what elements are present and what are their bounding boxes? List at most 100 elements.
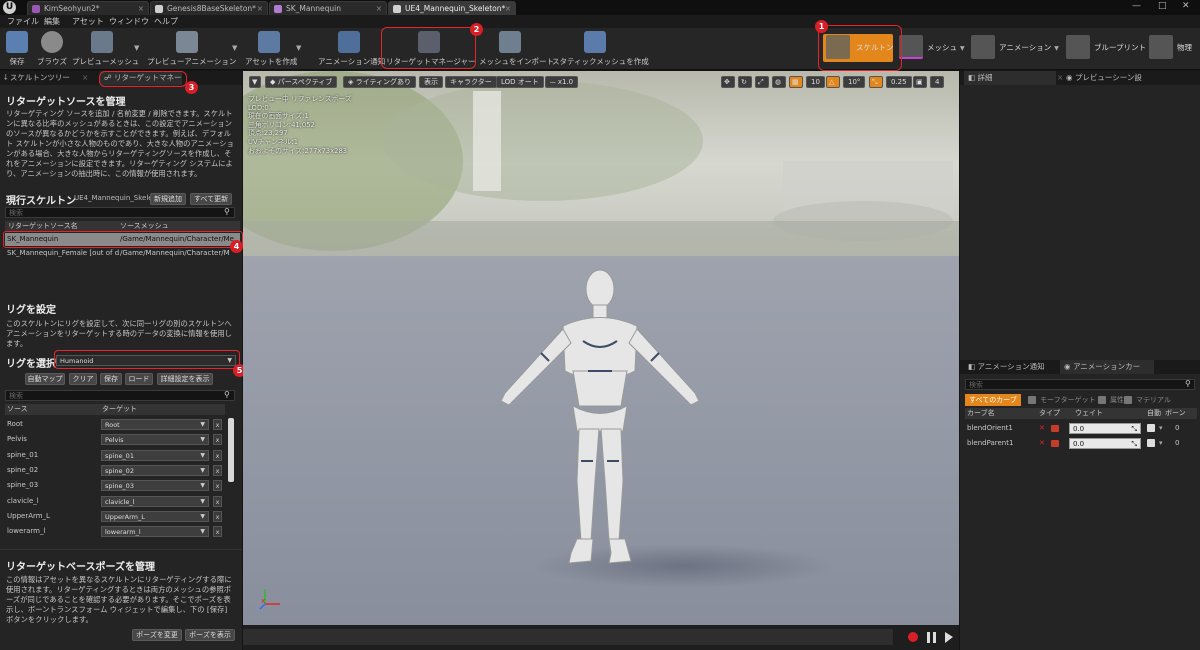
clear-mapping-button[interactable]: x: [213, 510, 222, 522]
save-rig-button[interactable]: 保存: [100, 373, 122, 385]
close-tab-icon[interactable]: ×: [505, 2, 511, 15]
doc-tab-genesis8[interactable]: Genesis8BaseSkeleton* ×: [150, 1, 268, 15]
mode-mesh-button[interactable]: メッシュ ▼: [899, 34, 967, 62]
camera-speed-icon[interactable]: ▣: [913, 76, 927, 88]
morph-type-icon[interactable]: ✕: [1039, 422, 1045, 435]
mapping-scrollbar[interactable]: [228, 418, 234, 482]
rotate-icon[interactable]: ↻: [738, 76, 752, 88]
scale-snap-icon[interactable]: ⤡: [869, 76, 883, 88]
show-advanced-button[interactable]: 詳細設定を表示: [157, 373, 213, 385]
doc-tab-sk-mannequin[interactable]: SK_Mannequin ×: [269, 1, 387, 15]
create-asset-button[interactable]: アセットを作成: [245, 31, 297, 69]
mode-physics-button[interactable]: 物理: [1149, 34, 1199, 62]
mapping-target-dropdown[interactable]: lowerarm_l ▼: [101, 526, 209, 538]
clear-mapping-button[interactable]: x: [213, 464, 222, 476]
mapping-target-dropdown[interactable]: Pelvis ▼: [101, 434, 209, 446]
auto-map-button[interactable]: 自動マップ: [25, 373, 65, 385]
mapping-target-dropdown[interactable]: spine_03 ▼: [101, 480, 209, 492]
curve-weight-input[interactable]: 0.0 ⤡: [1069, 423, 1141, 434]
attribute-checkbox[interactable]: [1098, 396, 1106, 404]
tab-skeleton-tree[interactable]: ⸸ スケルトンツリー: [4, 71, 70, 85]
clear-mapping-button[interactable]: x: [213, 480, 222, 492]
clear-mapping-button[interactable]: x: [213, 434, 222, 446]
mapping-target-dropdown[interactable]: UpperArm_L ▼: [101, 510, 209, 522]
auto-checkbox[interactable]: [1147, 424, 1155, 432]
chevron-down-icon[interactable]: ▼: [134, 44, 139, 52]
rotation-snap-value[interactable]: 10°: [843, 76, 866, 88]
menu-window[interactable]: ウィンドウ: [109, 15, 149, 28]
rotation-snap-icon[interactable]: △: [826, 76, 840, 88]
menu-help[interactable]: ヘルプ: [154, 15, 178, 28]
close-icon[interactable]: ✕: [1182, 1, 1190, 11]
playback-speed-button[interactable]: ⏤ x1.0: [545, 76, 579, 88]
filter-all-curves[interactable]: すべてのカーブ: [965, 394, 1021, 406]
tab-anim-curves[interactable]: ◉ アニメーションカー: [1060, 360, 1154, 374]
world-icon[interactable]: ◍: [772, 76, 786, 88]
scale-icon[interactable]: ⤢: [755, 76, 769, 88]
create-static-mesh-button[interactable]: スタティックメッシュを作成: [552, 31, 649, 69]
chevron-down-icon[interactable]: ▼: [296, 44, 301, 52]
grid-snap-value[interactable]: 10: [806, 76, 825, 88]
clear-mapping-button[interactable]: x: [213, 449, 222, 461]
save-button[interactable]: 保存: [5, 31, 29, 69]
tab-details[interactable]: ◧ 詳細: [964, 71, 1056, 85]
clear-mapping-button[interactable]: x: [213, 419, 222, 430]
tab-anim-notifies[interactable]: ◧ アニメーション通知: [964, 360, 1060, 374]
tab-close-icon[interactable]: ×: [82, 71, 88, 85]
grid-snap-icon[interactable]: ▦: [789, 76, 803, 88]
mode-animation-button[interactable]: アニメーション ▼: [971, 34, 1059, 62]
lod-auto-button[interactable]: LOD オート: [496, 76, 544, 88]
maximize-icon[interactable]: □: [1158, 1, 1167, 11]
minimize-icon[interactable]: —: [1132, 1, 1141, 11]
close-tab-icon[interactable]: ×: [138, 2, 144, 15]
mapping-target-dropdown[interactable]: Root ▼: [101, 419, 209, 430]
mapping-search-input[interactable]: 検索: [5, 390, 235, 401]
add-new-button[interactable]: 新規追加: [150, 193, 186, 205]
material-type-icon[interactable]: [1051, 425, 1059, 432]
load-rig-button[interactable]: ロード: [125, 373, 153, 385]
lighting-button[interactable]: ◈ ライティングあり: [343, 76, 417, 88]
move-icon[interactable]: ✥: [721, 76, 735, 88]
material-checkbox[interactable]: [1124, 396, 1132, 404]
update-all-button[interactable]: すべて更新: [190, 193, 232, 205]
curve-search-input[interactable]: 検索: [965, 379, 1195, 390]
curve-row[interactable]: blendParent1 ✕ 0.0 ⤡ ▾ 0: [965, 437, 1197, 450]
view-pose-button[interactable]: ポーズを表示: [185, 629, 235, 641]
morph-type-icon[interactable]: ✕: [1039, 437, 1045, 450]
close-tab-icon[interactable]: ×: [376, 2, 382, 15]
menu-asset[interactable]: アセット: [72, 15, 104, 28]
dropdown-icon[interactable]: ▾: [1159, 437, 1163, 450]
menu-file[interactable]: ファイル: [7, 15, 39, 28]
material-type-icon[interactable]: [1051, 440, 1059, 447]
mapping-target-dropdown[interactable]: spine_01 ▼: [101, 449, 209, 461]
camera-speed-value[interactable]: 4: [930, 76, 945, 88]
preview-mesh-button[interactable]: プレビューメッシュ: [72, 31, 139, 69]
show-button[interactable]: 表示: [419, 76, 443, 88]
close-tab-icon[interactable]: ×: [257, 2, 263, 15]
tab-preview-scene[interactable]: ◉ プレビューシーン設: [1062, 71, 1162, 85]
mapping-target-dropdown[interactable]: spine_02 ▼: [101, 464, 209, 476]
import-mesh-button[interactable]: メッシュをインポート: [479, 31, 554, 69]
morph-target-checkbox[interactable]: [1028, 396, 1036, 404]
curve-weight-input[interactable]: 0.0 ⤡: [1069, 438, 1141, 449]
mode-blueprint-button[interactable]: ブループリント: [1066, 34, 1146, 62]
viewport-options-dropdown[interactable]: ▼: [249, 76, 261, 88]
dropdown-icon[interactable]: ▾: [1159, 422, 1163, 435]
auto-checkbox[interactable]: [1147, 439, 1155, 447]
source-search-input[interactable]: 検索: [5, 207, 235, 218]
mapping-target-dropdown[interactable]: clavicle_l ▼: [101, 495, 209, 507]
browse-button[interactable]: ブラウズ: [36, 31, 68, 69]
table-row[interactable]: SK_Mannequin_Female [out of dat /Game/Ma…: [5, 247, 240, 260]
doc-tab-kimseohyun[interactable]: KimSeohyun2* ×: [27, 1, 149, 15]
anim-notify-button[interactable]: アニメーション通知: [318, 31, 385, 69]
perspective-button[interactable]: ◆ パースペクティブ: [265, 76, 338, 88]
clear-mapping-button[interactable]: x: [213, 526, 222, 538]
doc-tab-ue4-mannequin-skeleton[interactable]: UE4_Mannequin_Skeleton* ×: [388, 1, 516, 15]
character-button[interactable]: キャラクター: [445, 76, 497, 88]
scale-snap-value[interactable]: 0.25: [886, 76, 912, 88]
menu-edit[interactable]: 編集: [44, 15, 60, 28]
preview-animation-button[interactable]: プレビューアニメーション: [147, 31, 236, 69]
chevron-down-icon[interactable]: ▼: [232, 44, 237, 52]
clear-mapping-button[interactable]: x: [213, 495, 222, 507]
clear-button[interactable]: クリア: [69, 373, 97, 385]
